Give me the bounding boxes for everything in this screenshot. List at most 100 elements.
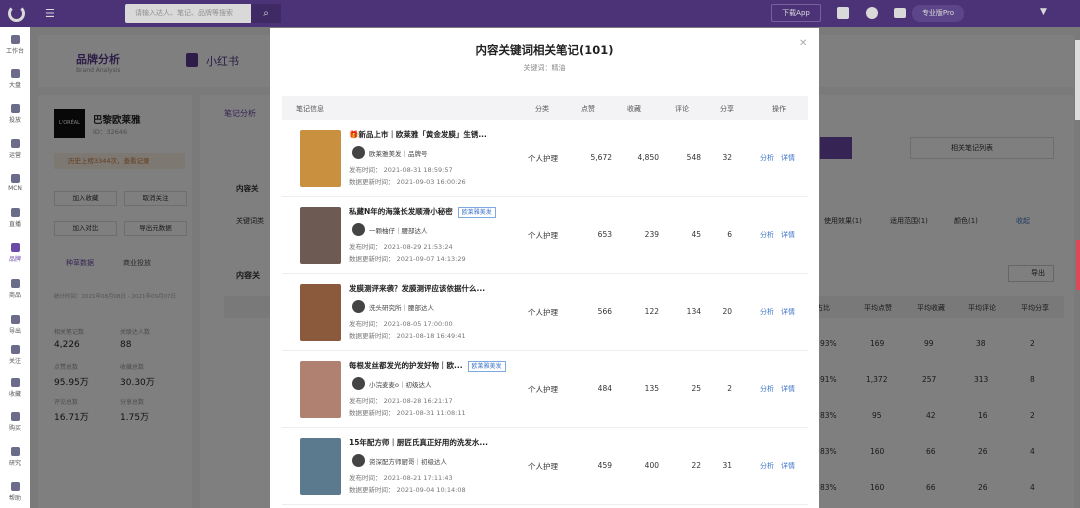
- publish-time: 发布时间： 2021-08-29 21:53:24: [349, 243, 453, 251]
- sidebar-item-favorites[interactable]: 收藏: [0, 378, 30, 398]
- market-icon: [10, 69, 20, 78]
- mcn-icon: [10, 174, 20, 183]
- update-time: 数据更新时间： 2021-08-31 11:08:11: [349, 409, 466, 417]
- header-actions: 操作: [772, 105, 786, 113]
- row-actions: 分析 详情: [760, 230, 802, 240]
- brand-tag: 欧莱雅美发: [457, 207, 496, 218]
- operation-icon: [10, 139, 20, 148]
- note-comments: 45: [691, 230, 701, 239]
- note-collects: 4,850: [637, 153, 659, 162]
- sidebar-item-brand[interactable]: 品牌: [0, 243, 30, 263]
- note-thumbnail[interactable]: [300, 361, 341, 418]
- sidebar-item-follow[interactable]: 关注: [0, 345, 30, 365]
- sidebar-item-mcn[interactable]: MCN: [0, 174, 30, 192]
- publish-time: 发布时间： 2021-08-05 17:00:00: [349, 320, 453, 328]
- sidebar-item-ads[interactable]: 投放: [0, 104, 30, 124]
- header-note-info: 笔记信息: [296, 105, 324, 113]
- detail-link[interactable]: 详情: [781, 231, 795, 239]
- note-collects: 135: [644, 384, 659, 393]
- update-time: 数据更新时间： 2021-09-03 16:00:26: [349, 178, 466, 186]
- sidebar-item-live[interactable]: 直播: [0, 208, 30, 228]
- live-icon: [10, 208, 20, 217]
- note-category: 个人护理: [528, 231, 558, 240]
- feedback-tab[interactable]: [1076, 240, 1080, 290]
- close-icon[interactable]: ✕: [799, 38, 807, 49]
- sidebar-item-goods[interactable]: 商品: [0, 279, 30, 299]
- avatar[interactable]: [352, 223, 365, 236]
- eye-icon: [10, 345, 20, 354]
- note-title[interactable]: 🎁新品上市｜欧莱雅「黄金发膜」生锈...: [349, 129, 487, 140]
- avatar[interactable]: [352, 300, 365, 313]
- workbench-icon: [10, 35, 20, 44]
- avatar[interactable]: [352, 377, 365, 390]
- brand-icon: [10, 243, 20, 252]
- analyze-link[interactable]: 分析: [760, 231, 774, 239]
- row-actions: 分析 详情: [760, 461, 802, 471]
- table-row: 私藏N年的海藻长发顺滑小秘密 欧莱雅美发 一颗柚仔｜腰部达人 发布时间： 2021…: [282, 197, 808, 274]
- note-likes: 484: [597, 384, 612, 393]
- sidebar-item-research[interactable]: 研究: [0, 447, 30, 467]
- note-thumbnail[interactable]: [300, 284, 341, 341]
- author-name[interactable]: 资深配方师厨哥｜初级达人: [369, 456, 447, 466]
- detail-link[interactable]: 详情: [781, 462, 795, 470]
- related-notes-modal: 内容关键词相关笔记(101) 关键词：精油 ✕ 笔记信息 分类 点赞 收藏 评论…: [270, 28, 819, 508]
- detail-link[interactable]: 详情: [781, 308, 795, 316]
- note-shares: 2: [727, 384, 732, 393]
- publish-time: 发布时间： 2021-08-21 17:11:43: [349, 474, 453, 482]
- analyze-link[interactable]: 分析: [760, 462, 774, 470]
- note-comments: 548: [686, 153, 701, 162]
- modal-keyword: 关键词：精油: [523, 64, 566, 72]
- note-comments: 134: [686, 307, 701, 316]
- cart-icon: [10, 412, 20, 421]
- brand-tag: 欧莱雅美发: [467, 361, 506, 372]
- publish-time: 发布时间： 2021-08-28 16:21:17: [349, 397, 453, 405]
- author-name[interactable]: 欧莱雅美发｜品牌号: [369, 148, 428, 158]
- table-row: 🎁新品上市｜欧莱雅「黄金发膜」生锈... 欧莱雅美发｜品牌号 发布时间： 202…: [282, 120, 808, 197]
- note-collects: 239: [644, 230, 659, 239]
- help-circle-icon: [10, 482, 20, 491]
- row-actions: 分析 详情: [760, 307, 802, 317]
- note-likes: 653: [597, 230, 612, 239]
- detail-link[interactable]: 详情: [781, 385, 795, 393]
- analyze-link[interactable]: 分析: [760, 385, 774, 393]
- header-comments: 评论: [675, 105, 689, 113]
- header-likes: 点赞: [581, 105, 595, 113]
- note-thumbnail[interactable]: [300, 130, 341, 187]
- update-time: 数据更新时间： 2021-08-18 16:49:41: [349, 332, 466, 340]
- sidebar-item-export[interactable]: 导出: [0, 315, 30, 335]
- note-category: 个人护理: [528, 308, 558, 317]
- sidebar-item-workbench[interactable]: 工作台: [0, 35, 30, 55]
- note-shares: 31: [722, 461, 732, 470]
- sidebar-item-help[interactable]: 帮助: [0, 482, 30, 502]
- note-title[interactable]: 15年配方师｜厨匠氏真正好用的洗发水...: [349, 437, 488, 448]
- sidebar: 工作台 大盘 投放 运营 MCN 直播 品牌 商品 导出 关注 收藏 购买 研究…: [0, 27, 30, 508]
- note-shares: 20: [722, 307, 732, 316]
- sidebar-item-market[interactable]: 大盘: [0, 69, 30, 89]
- update-time: 数据更新时间： 2021-09-04 10:14:08: [349, 486, 466, 494]
- note-title[interactable]: 私藏N年的海藻长发顺滑小秘密 欧莱雅美发: [349, 206, 496, 218]
- detail-link[interactable]: 详情: [781, 154, 795, 162]
- note-thumbnail[interactable]: [300, 207, 341, 264]
- note-category: 个人护理: [528, 154, 558, 163]
- avatar[interactable]: [352, 454, 365, 467]
- note-thumbnail[interactable]: [300, 438, 341, 495]
- avatar[interactable]: [352, 146, 365, 159]
- note-category: 个人护理: [528, 385, 558, 394]
- author-name[interactable]: 洗头研究所｜腰部达人: [369, 302, 434, 312]
- sidebar-item-purchase[interactable]: 购买: [0, 412, 30, 432]
- analyze-link[interactable]: 分析: [760, 308, 774, 316]
- page-scrollbar[interactable]: [1075, 40, 1080, 120]
- header-shares: 分享: [720, 105, 734, 113]
- note-collects: 400: [644, 461, 659, 470]
- analyze-link[interactable]: 分析: [760, 154, 774, 162]
- sidebar-item-operation[interactable]: 运营: [0, 139, 30, 159]
- row-actions: 分析 详情: [760, 153, 802, 163]
- note-title[interactable]: 发膜测评来袭？发膜测评应该依据什么...: [349, 283, 485, 294]
- table-row: 每根发丝都发光的护发好物｜欧... 欧莱雅美发 小浣麦麦o｜初级达人 发布时间： …: [282, 351, 808, 428]
- goods-icon: [10, 279, 20, 288]
- note-comments: 25: [691, 384, 701, 393]
- note-comments: 22: [691, 461, 701, 470]
- note-title[interactable]: 每根发丝都发光的护发好物｜欧... 欧莱雅美发: [349, 360, 506, 372]
- author-name[interactable]: 小浣麦麦o｜初级达人: [369, 379, 431, 389]
- author-name[interactable]: 一颗柚仔｜腰部达人: [369, 225, 428, 235]
